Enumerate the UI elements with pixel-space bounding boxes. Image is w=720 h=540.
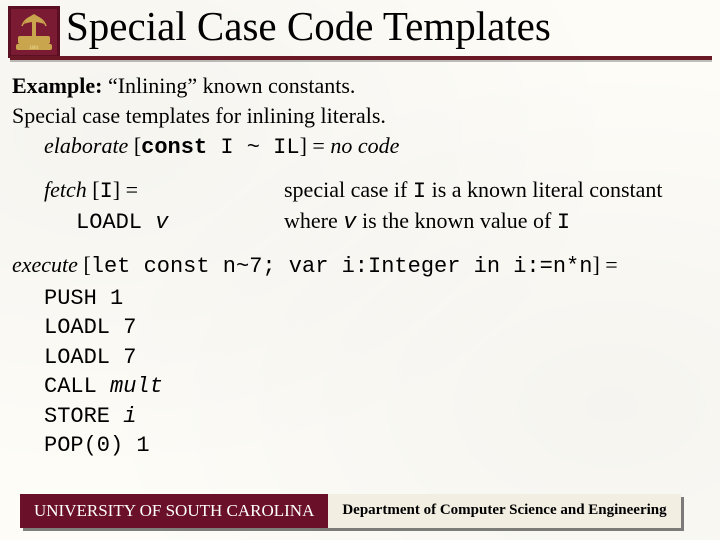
code-block: PUSH 1 LOADL 7 LOADL 7 CALL mult STORE i…: [44, 283, 712, 460]
example-text: “Inlining” known constants.: [102, 73, 355, 98]
example-label: Example:: [12, 73, 102, 98]
special-case-1: special case if I is a known literal con…: [284, 176, 712, 206]
elab-const: const: [141, 135, 207, 160]
elab-open: [: [128, 133, 141, 158]
sc1b: I: [413, 179, 426, 204]
loadl-line: LOADL v: [76, 207, 284, 237]
fetch-close: ] =: [113, 177, 138, 202]
fetch-left: fetch [I] = LOADL v: [44, 176, 284, 236]
exec-open: [: [78, 252, 91, 277]
c1b: 1: [110, 286, 123, 311]
code-line-4: CALL mult: [44, 371, 712, 401]
fetch-I: I: [100, 179, 113, 204]
templates-line: Special case templates for inlining lite…: [12, 102, 712, 130]
exec-close: ] =: [592, 252, 617, 277]
c2a: LOADL: [44, 315, 123, 340]
slide-title: Special Case Code Templates: [66, 2, 712, 50]
c4b: mult: [110, 374, 163, 399]
elaborate-line: elaborate [const I ~ IL] = no code: [44, 132, 712, 162]
exec-code: let const n~7; var i:Integer in i:=n*n: [91, 254, 593, 279]
c2b: 7: [123, 315, 136, 340]
code-line-3: LOADL 7: [44, 342, 712, 372]
c1a: PUSH: [44, 286, 110, 311]
slide: 1801 Special Case Code Templates Example…: [0, 0, 720, 540]
footer: UNIVERSITY OF SOUTH CAROLINA Department …: [20, 494, 681, 528]
code-line-5: STORE i: [44, 401, 712, 431]
fetch-row: fetch [I] = LOADL v special case if I is…: [12, 176, 712, 236]
c4a: CALL: [44, 374, 110, 399]
exec-word: execute: [12, 252, 78, 277]
elaborate-word: elaborate: [44, 133, 128, 158]
c6b: 1: [136, 433, 149, 458]
footer-department: Department of Computer Science and Engin…: [328, 494, 680, 528]
sc1c: is a known literal constant: [426, 177, 662, 202]
fetch-open: [: [87, 177, 100, 202]
svg-text:1801: 1801: [29, 46, 40, 51]
sc2a: where: [284, 208, 343, 233]
sc1a: special case if: [284, 177, 413, 202]
example-line: Example: “Inlining” known constants.: [12, 72, 712, 100]
slide-body: Example: “Inlining” known constants. Spe…: [12, 70, 712, 460]
loadl-v: v: [155, 210, 168, 235]
loadl-word: LOADL: [76, 210, 155, 235]
c6a: POP(0): [44, 433, 136, 458]
sc2c: is the known value of: [356, 208, 556, 233]
code-line-6: POP(0) 1: [44, 430, 712, 460]
footer-university: UNIVERSITY OF SOUTH CAROLINA: [20, 494, 328, 528]
fetch-right: special case if I is a known literal con…: [284, 176, 712, 236]
elab-close: ] =: [300, 133, 331, 158]
c3a: LOADL: [44, 345, 123, 370]
fetch-line: fetch [I] =: [44, 176, 284, 206]
code-line-1: PUSH 1: [44, 283, 712, 313]
university-logo: 1801: [8, 6, 60, 58]
elab-result: no code: [330, 133, 399, 158]
c3b: 7: [123, 345, 136, 370]
sc2d: I: [557, 210, 570, 235]
code-line-2: LOADL 7: [44, 312, 712, 342]
c5a: STORE: [44, 404, 123, 429]
fetch-word: fetch: [44, 177, 87, 202]
c5b: i: [123, 404, 136, 429]
special-case-2: where v is the known value of I: [284, 207, 712, 237]
title-underline: [10, 56, 712, 60]
elab-mid: I ~ IL: [207, 135, 299, 160]
execute-line: execute [let const n~7; var i:Integer in…: [12, 251, 712, 281]
sc2b: v: [343, 210, 356, 235]
